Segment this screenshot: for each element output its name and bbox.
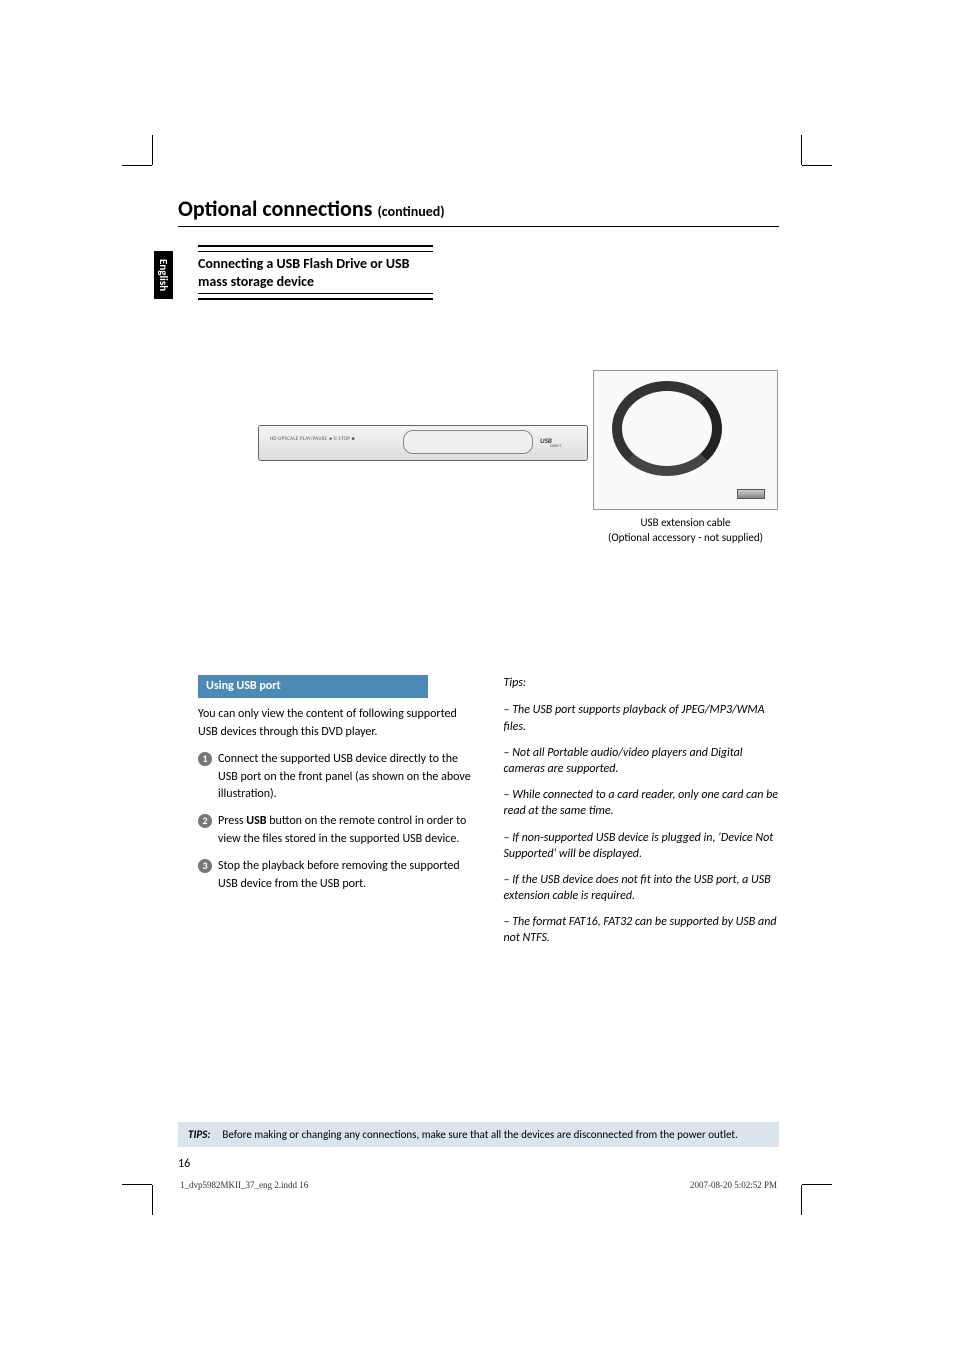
page-heading: Optional connections (continued): [178, 195, 779, 227]
step-3-text: Stop the playback before removing the su…: [218, 858, 474, 893]
step-2-pre: Press: [218, 814, 246, 828]
print-footer: 1_dvp5982MKII_37_eng 2.indd 16 2007-08-2…: [180, 1180, 777, 1190]
footer-tips-box: TIPS: Before making or changing any conn…: [178, 1122, 779, 1147]
usb-cable-image-box: [593, 370, 778, 510]
usb-sub-label: DIRECT: [550, 444, 562, 449]
footer-left: 1_dvp5982MKII_37_eng 2.indd 16: [180, 1180, 308, 1190]
tip-5: – If the USB device does not fit into th…: [504, 872, 780, 904]
device-button-labels: HD UPSCALE PLAY/PAUSE ►II STOP ■: [270, 436, 355, 442]
heading-title: Optional connections: [178, 195, 377, 222]
step-3: 3 Stop the playback before removing the …: [198, 858, 474, 893]
step-1: 1 Connect the supported USB device direc…: [198, 751, 474, 803]
tip-2: – Not all Portable audio/video players a…: [504, 745, 780, 777]
heading-continued: (continued): [377, 203, 444, 220]
step-3-bullet: 3: [198, 859, 212, 873]
step-2-bullet: 2: [198, 814, 212, 828]
usb-connector-icon: [737, 489, 765, 499]
image-caption: USB extension cable (Optional accessory …: [573, 515, 798, 546]
step-1-bullet: 1: [198, 752, 212, 766]
cable-coil-icon: [612, 381, 722, 476]
language-tab: English: [154, 251, 173, 299]
sub-heading: Using USB port: [198, 675, 428, 698]
step-2-bold: USB: [246, 814, 266, 828]
tips-text: Before making or changing any connection…: [222, 1128, 738, 1141]
right-column: Tips: – The USB port supports playback o…: [504, 675, 780, 957]
step-1-text: Connect the supported USB device directl…: [218, 751, 474, 803]
step-2: 2 Press USB button on the remote control…: [198, 813, 474, 848]
intro-text: You can only view the content of followi…: [198, 706, 474, 741]
caption-line-1: USB extension cable: [640, 516, 730, 529]
caption-line-2: (Optional accessory - not supplied): [608, 531, 763, 544]
tips-heading: Tips:: [504, 675, 780, 692]
footer-right: 2007-08-20 5:02:52 PM: [690, 1180, 777, 1190]
tip-3: – While connected to a card reader, only…: [504, 787, 780, 819]
page-number: 16: [178, 1157, 190, 1171]
tip-4: – If non-supported USB device is plugged…: [504, 830, 780, 862]
tip-1: – The USB port supports playback of JPEG…: [504, 702, 780, 734]
tip-6: – The format FAT16, FAT32 can be support…: [504, 914, 780, 946]
section-title-block: Connecting a USB Flash Drive or USB mass…: [198, 245, 433, 300]
illustration: HD UPSCALE PLAY/PAUSE ►II STOP ■ USB DIR…: [198, 370, 779, 550]
left-column: Using USB port You can only view the con…: [198, 675, 474, 957]
section-title: Connecting a USB Flash Drive or USB mass…: [198, 251, 433, 294]
device-disc-slot: [403, 430, 533, 454]
tips-label: TIPS:: [188, 1128, 210, 1141]
step-2-text: Press USB button on the remote control i…: [218, 813, 474, 848]
